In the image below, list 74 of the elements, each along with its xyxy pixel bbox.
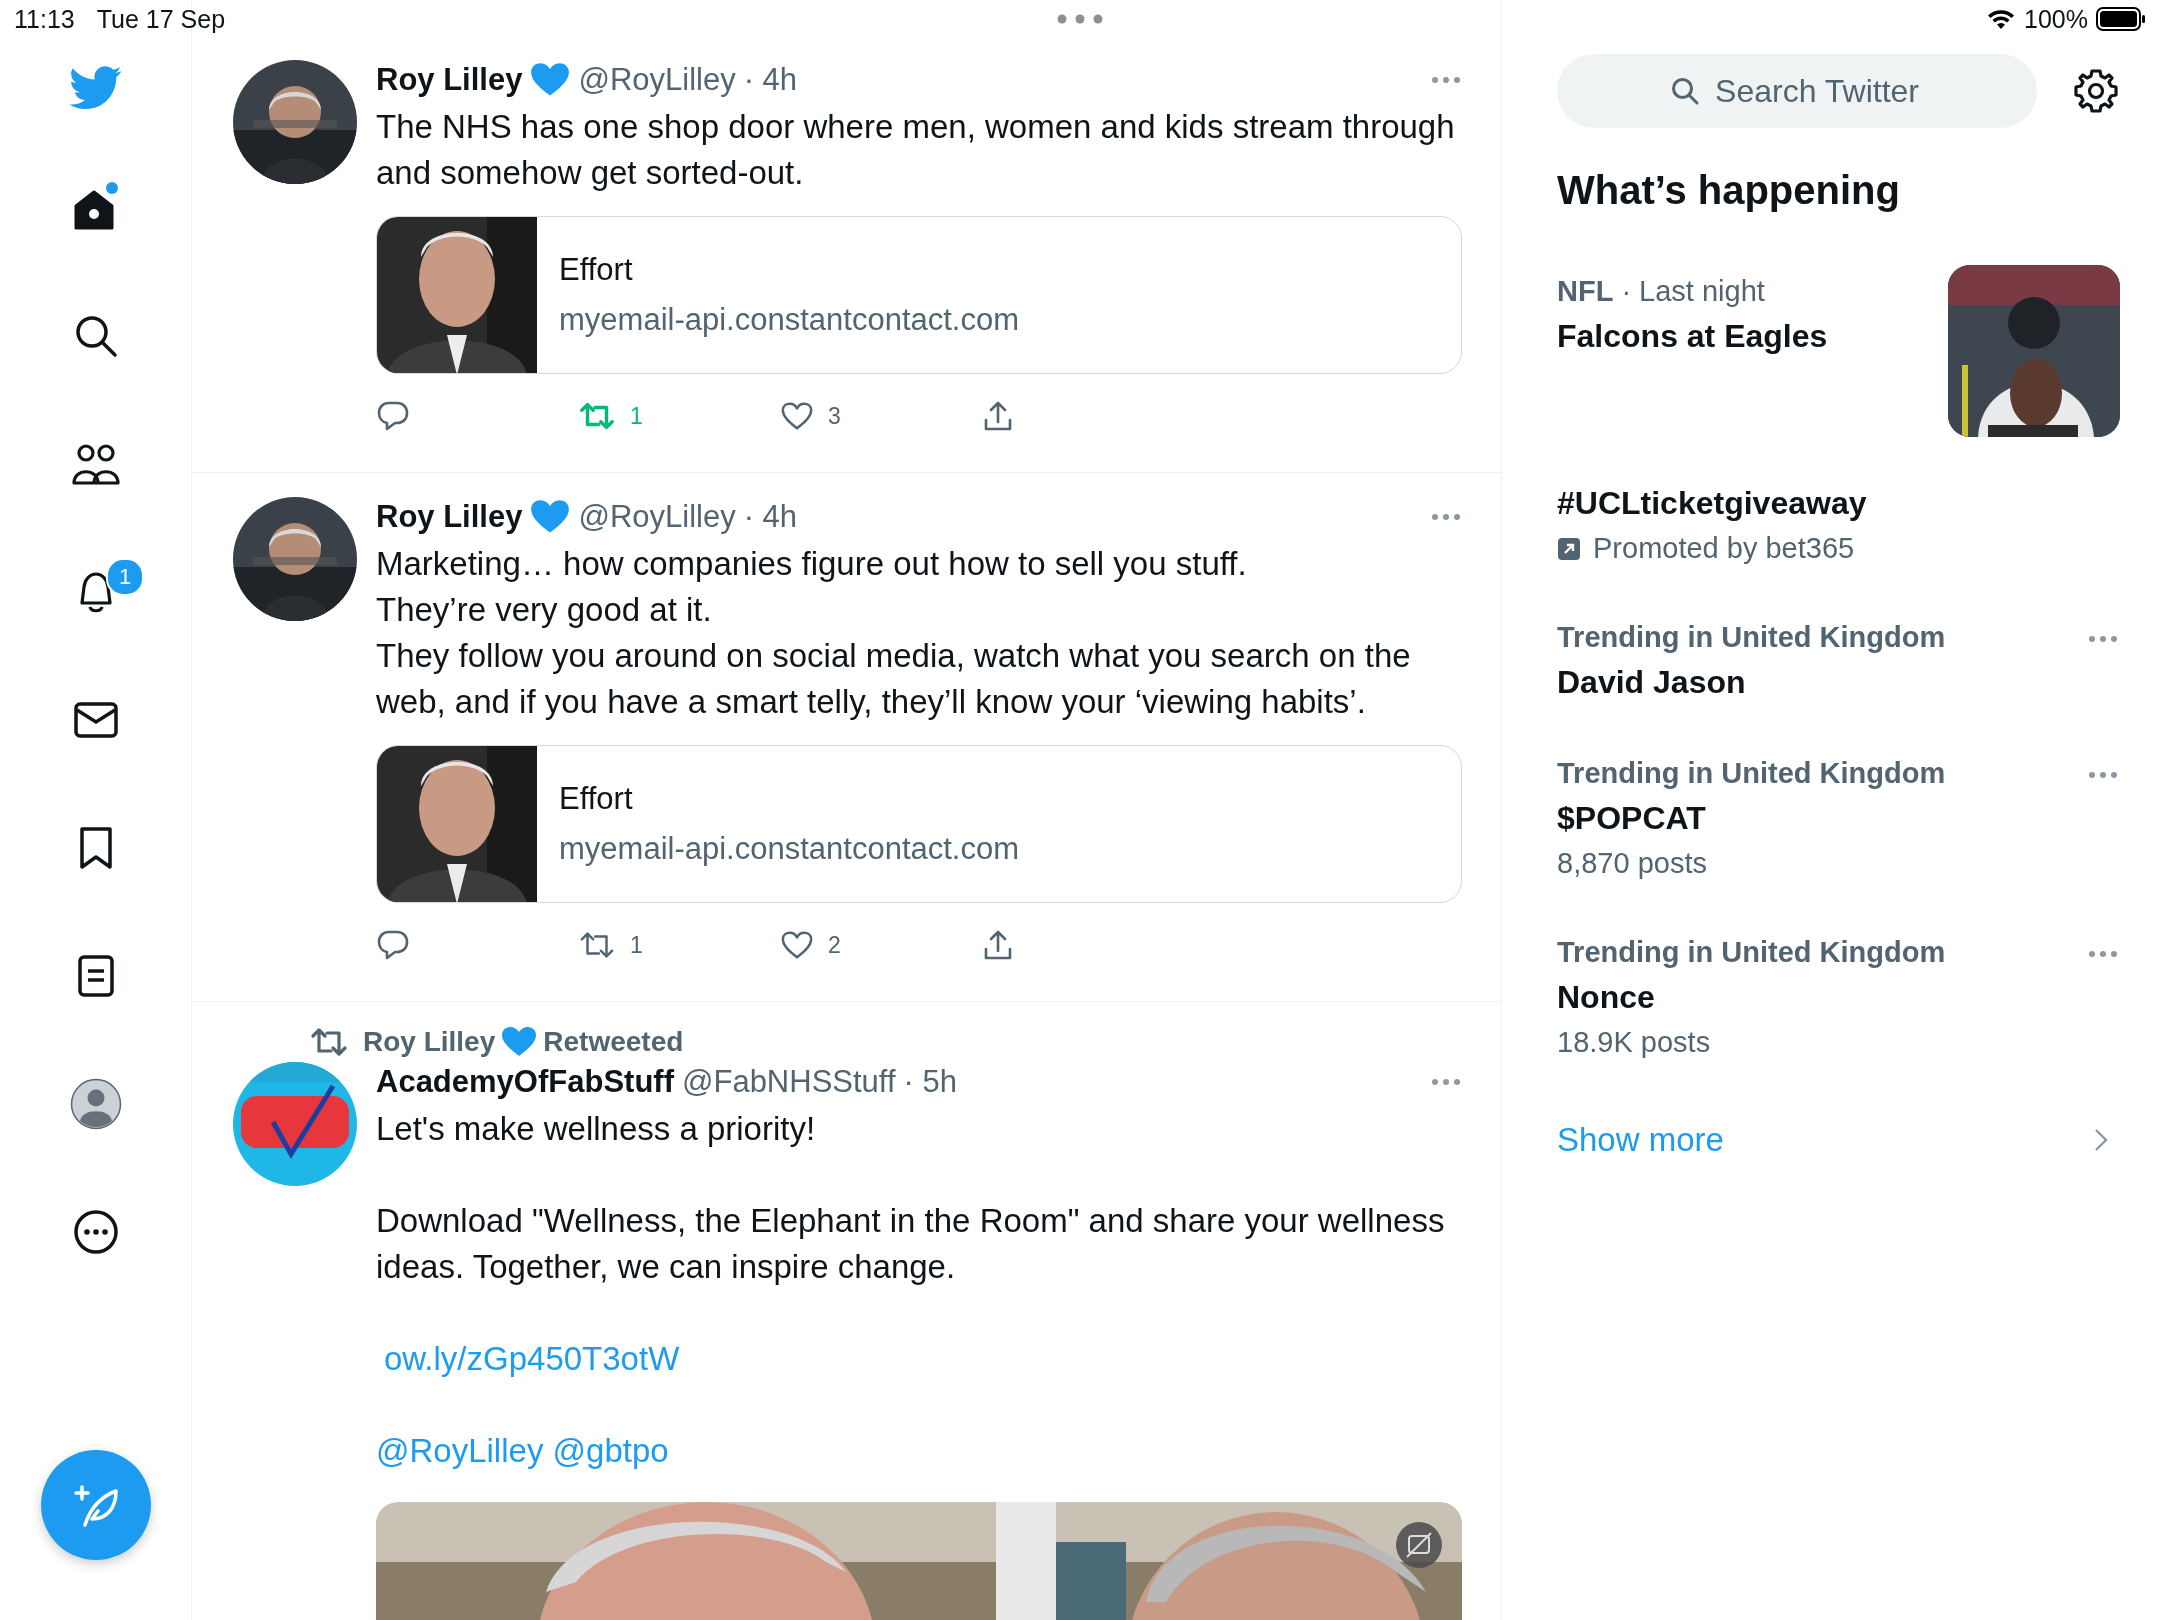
reply-icon[interactable]: [376, 400, 410, 432]
promoted-label: Promoted by bet365: [1593, 532, 1855, 565]
author-handle[interactable]: @RoyLilley: [578, 499, 736, 535]
share-icon[interactable]: [982, 929, 1014, 961]
reply-icon[interactable]: [376, 929, 410, 961]
trend-title: #UCLticketgiveaway: [1557, 485, 1867, 522]
card-domain: myemail-api.constantcontact.com: [559, 831, 1020, 867]
trend-item[interactable]: #UCLticketgiveaway Promoted by bet365: [1557, 485, 2138, 565]
mail-icon[interactable]: [72, 700, 119, 740]
wifi-icon: [1986, 8, 2017, 30]
tweet-text: Let's make wellness a priority!: [376, 1109, 817, 1149]
share-icon[interactable]: [982, 400, 1014, 432]
section-title: What’s happening: [1557, 168, 1901, 213]
like-count: 2: [828, 931, 841, 959]
status-date: Tue 17 Sep: [96, 4, 226, 34]
link-card[interactable]: Effort myemail-api.constantcontact.com: [376, 745, 1462, 903]
retweeted-label: Retweeted: [543, 1026, 684, 1058]
retweet-icon: [309, 1027, 349, 1057]
card-domain: myemail-api.constantcontact.com: [559, 302, 1020, 338]
captions-icon[interactable]: [1396, 1522, 1442, 1568]
trend-context: Trending in United Kingdom: [1557, 757, 1946, 790]
trend-title: $POPCAT: [1557, 800, 1707, 837]
search-field[interactable]: Search Twitter: [1557, 54, 2037, 128]
trend-title: Falcons at Eagles: [1557, 318, 1828, 355]
status-time: 11:13: [14, 4, 75, 34]
trend-title: Nonce: [1557, 979, 1656, 1016]
post-count: 8,870 posts: [1557, 847, 1708, 880]
author-name[interactable]: AcademyOfFabStuff: [376, 1064, 674, 1100]
post-time: · 4h: [743, 499, 798, 535]
bookmark-icon[interactable]: [77, 826, 114, 870]
list-icon[interactable]: [76, 954, 115, 998]
heart-badge-icon: [501, 1026, 538, 1058]
profile-avatar-icon[interactable]: [69, 1078, 122, 1130]
post-time: · 4h: [743, 62, 798, 98]
retweet-count: 1: [630, 931, 643, 959]
trend-item[interactable]: NFL · Last night Falcons at Eagles: [1557, 265, 2138, 437]
trend-context: Trending in United Kingdom: [1557, 621, 1946, 654]
trend-time: · Last night: [1621, 275, 1765, 308]
trend-title: David Jason: [1557, 664, 1747, 701]
retweet-icon[interactable]: [578, 930, 616, 960]
battery-icon: [2096, 7, 2146, 31]
settings-icon[interactable]: [2073, 68, 2119, 114]
more-icon[interactable]: [72, 1209, 119, 1255]
tweet-text: Download "Wellness, the Elephant in the Room" and share your wellness ideas. Together, we can inspire change.: [376, 1201, 1446, 1287]
trend-item[interactable]: Trending in United Kingdom $POPCAT 8,870 posts: [1557, 757, 2138, 880]
author-handle[interactable]: @RoyLilley: [578, 62, 736, 98]
author-name[interactable]: Roy Lilley: [376, 499, 523, 535]
trend-context: Trending in United Kingdom: [1557, 936, 1946, 969]
card-title: Effort: [559, 781, 634, 817]
like-icon[interactable]: [780, 929, 814, 961]
promoted-icon: [1557, 536, 1581, 561]
author-handle[interactable]: @FabNHSStuff: [682, 1064, 896, 1100]
card-title: Effort: [559, 252, 634, 288]
like-icon[interactable]: [780, 400, 814, 432]
retweeter-name[interactable]: Roy Lilley: [363, 1026, 496, 1058]
chevron-right-icon[interactable]: [2094, 1128, 2108, 1152]
bird-logo-icon[interactable]: [68, 66, 123, 110]
trend-item[interactable]: Trending in United Kingdom David Jason: [1557, 621, 2138, 701]
trend-category: NFL: [1557, 275, 1614, 308]
author-name[interactable]: Roy Lilley: [376, 62, 523, 98]
search-icon[interactable]: [73, 314, 118, 358]
post-count: 18.9K posts: [1557, 1026, 1712, 1059]
link-card[interactable]: Effort myemail-api.constantcontact.com: [376, 216, 1462, 374]
tweet-text: The NHS has one shop door where men, women and kids stream through and somehow get sorted-out.: [376, 107, 1456, 193]
people-icon[interactable]: [70, 442, 121, 486]
notification-badge: 1: [106, 558, 144, 596]
tweet-text: Marketing… how companies figure out how to sell you stuff. They’re very good at it. They follow you around on social media, watch what you search on the web, and if you have a smart telly, they’ll know your ‘viewing habits’.: [376, 544, 1412, 722]
compose-button[interactable]: [40, 1450, 151, 1560]
like-count: 3: [828, 402, 841, 430]
trend-item[interactable]: Trending in United Kingdom Nonce 18.9K posts: [1557, 936, 2138, 1059]
retweet-count: 1: [630, 402, 643, 430]
post-time: · 5h: [903, 1064, 957, 1100]
multitasking-dots-icon[interactable]: [1057, 14, 1103, 24]
battery-percent: 100%: [2024, 4, 2088, 34]
